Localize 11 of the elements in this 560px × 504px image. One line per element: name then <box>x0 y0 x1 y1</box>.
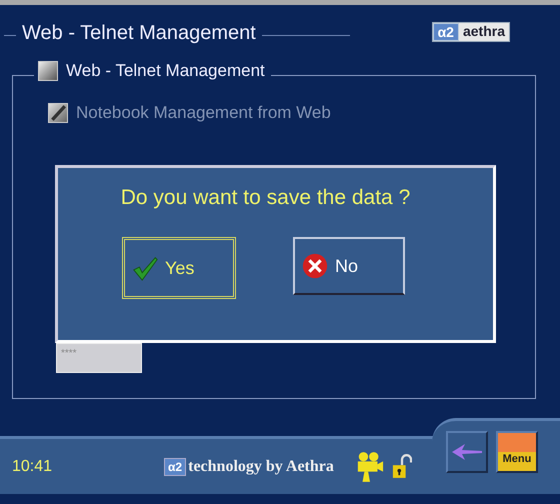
brand-text: technology by Aethra <box>188 458 334 476</box>
brand-logo: α2 aethra <box>432 22 510 42</box>
dialog-button[interactable]: No <box>293 237 405 295</box>
brand-mark: α2 <box>164 458 186 476</box>
dialog-question: Do you want to save the data ? <box>120 186 410 210</box>
window-title: Web - Telnet Management <box>22 22 256 44</box>
option-label: Notebook Management from Web <box>76 103 331 123</box>
group-label: Web - Telnet Management <box>66 61 265 81</box>
clock: 10:41 <box>12 458 52 476</box>
dialog-button[interactable]: Yes <box>122 237 236 299</box>
menu-button[interactable]: Menu <box>496 431 538 473</box>
